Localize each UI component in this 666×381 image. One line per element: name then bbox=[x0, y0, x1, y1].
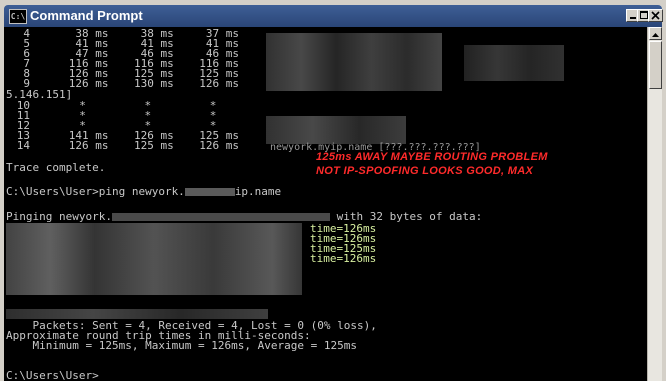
annotation-line-1: 125ms AWAY MAYBE ROUTING PROBLEM bbox=[316, 151, 548, 163]
vertical-scrollbar[interactable] bbox=[647, 27, 662, 381]
redacted-block bbox=[6, 223, 302, 295]
title-bar[interactable]: C:\ Command Prompt bbox=[4, 5, 663, 27]
arrow-up-icon bbox=[652, 33, 659, 37]
scrollbar-thumb[interactable] bbox=[649, 41, 662, 89]
redacted-block bbox=[266, 116, 406, 144]
hop-row: 14 126 ms 125 ms 126 ms bbox=[16, 139, 239, 152]
pinging-line: Pinging newyork. with 32 bytes of data: bbox=[6, 210, 483, 223]
close-button[interactable] bbox=[648, 9, 663, 22]
command-prompt-window: C:\ Command Prompt 4 38 ms 38 ms 37 ms 5… bbox=[0, 0, 666, 381]
redacted-block bbox=[464, 45, 564, 81]
scroll-up-button[interactable] bbox=[649, 27, 662, 40]
rtt-summary: Minimum = 125ms, Maximum = 126ms, Averag… bbox=[6, 339, 357, 352]
close-icon bbox=[651, 11, 660, 20]
reply-time: time=126ms bbox=[310, 252, 377, 265]
annotation-line-2: NOT IP-SPOOFING LOOKS GOOD, MAX bbox=[316, 165, 534, 177]
command-prompt-line[interactable]: C:\Users\User>_ bbox=[6, 370, 105, 381]
window-title: Command Prompt bbox=[30, 8, 143, 23]
ping-command: C:\Users\User>ping newyork. ip.name bbox=[6, 185, 282, 198]
redacted-block bbox=[6, 309, 268, 319]
trace-complete: Trace complete. bbox=[6, 161, 106, 174]
redacted-block bbox=[266, 33, 442, 91]
console-icon[interactable]: C:\ bbox=[9, 9, 27, 24]
console-output[interactable]: 4 38 ms 38 ms 37 ms 5 41 ms 41 ms 41 ms … bbox=[4, 27, 647, 381]
